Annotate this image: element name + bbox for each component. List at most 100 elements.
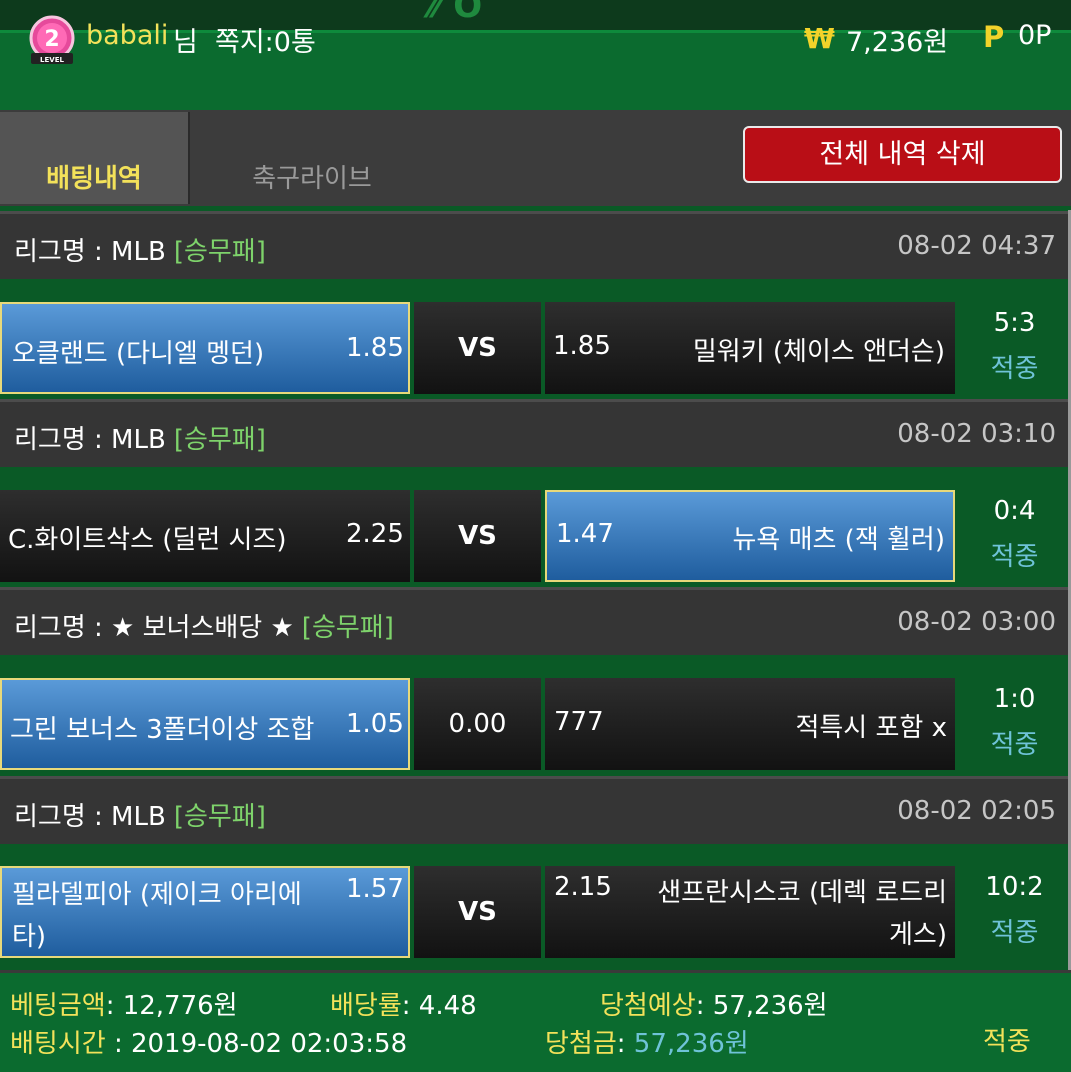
message-count[interactable]: 쪽지:0통	[215, 20, 316, 59]
home-odds: 2.25	[346, 519, 404, 549]
home-team-name-line2: 타)	[12, 922, 47, 952]
league-row: 리그명 : MLB [승무패] 08-02 02:05	[0, 776, 1071, 844]
balance-amount: 7,236원	[846, 27, 949, 58]
away-odds: 1.47	[556, 519, 614, 549]
total-odds: 배당률: 4.48	[330, 985, 477, 1022]
match-time: 08-02 02:05	[897, 796, 1056, 826]
payout-separator: :	[616, 1029, 634, 1059]
tab-soccer-live-label: 축구라이브	[252, 164, 372, 194]
username-suffix: 님	[173, 27, 198, 58]
home-team-name: C.화이트삭스 (딜런 시즈)	[8, 525, 287, 555]
match-time: 08-02 04:37	[897, 231, 1056, 261]
bet-type-tag: [승무패]	[173, 425, 266, 455]
bet-amount: 베팅금액: 12,776원	[10, 985, 238, 1022]
match-row: C.화이트삭스 (딜런 시즈) 2.25 VS 1.47 뉴욕 매츠 (잭 휠러…	[0, 490, 1071, 582]
points-icon: P	[983, 20, 1005, 54]
league-row: 리그명 : MLB [승무패] 08-02 04:37	[0, 211, 1071, 279]
match-score: 0:4	[993, 496, 1036, 526]
bet-time-value: : 2019-08-02 02:03:58	[105, 1029, 408, 1059]
vs-label: VS	[458, 897, 497, 927]
match-score: 10:2	[985, 872, 1044, 902]
bet-status: 적중	[990, 730, 1039, 760]
payout-value: 57,236원	[633, 1029, 749, 1059]
level-number: 2	[44, 27, 59, 52]
won-currency-icon: ₩	[804, 22, 835, 55]
away-team-cell[interactable]: 1.85 밀워키 (체이스 앤더슨)	[545, 302, 955, 394]
result-cell: 1:0 적중	[958, 678, 1071, 770]
vs-cell: VS	[414, 866, 541, 958]
away-team-name: 적특시 포함 x	[795, 713, 947, 743]
bet-status: 적중	[990, 918, 1039, 948]
username[interactable]: babali	[86, 20, 168, 51]
expected-win-value: : 57,236원	[695, 991, 828, 1021]
away-team-name-line2: 게스)	[889, 920, 947, 950]
match-row: 필라델피아 (제이크 아리에 타) 1.57 VS 2.15 샌프란시스코 (데…	[0, 866, 1071, 958]
level-caption: LEVEL	[40, 56, 64, 64]
match-score: 1:0	[993, 684, 1036, 714]
bet-type-tag: [승무패]	[301, 613, 394, 643]
tab-betting-history-label: 배팅내역	[46, 164, 142, 194]
bet-time: 배팅시간 : 2019-08-02 02:03:58	[10, 1023, 407, 1060]
home-team-name: 그린 보너스 3폴더이상 조합	[10, 715, 315, 745]
vs-label: VS	[458, 333, 497, 363]
result-cell: 0:4 적중	[958, 490, 1071, 582]
home-team-name-line1: 필라델피아 (제이크 아리에	[12, 880, 302, 910]
league-name: 리그명 : ★ 보너스배당 ★	[14, 613, 294, 643]
payout-label: 당첨금	[545, 1029, 617, 1059]
bet-summary: 베팅금액: 12,776원 배당률: 4.48 당첨예상: 57,236원 배팅…	[0, 970, 1071, 1072]
league-name: 리그명 : MLB	[14, 802, 166, 832]
league-row: 리그명 : ★ 보너스배당 ★ [승무패] 08-02 03:00	[0, 587, 1071, 655]
match-time: 08-02 03:10	[897, 419, 1056, 449]
away-odds: 2.15	[554, 872, 612, 902]
delete-all-history-button[interactable]: 전체 내역 삭제	[743, 126, 1062, 183]
home-odds: 1.85	[346, 333, 404, 363]
bet-time-label: 배팅시간	[10, 1029, 106, 1059]
bet-status: 적중	[990, 354, 1039, 384]
total-odds-value: : 4.48	[401, 991, 477, 1021]
away-team-name: 뉴욕 매츠 (잭 휠러)	[732, 525, 945, 555]
match-score: 5:3	[993, 308, 1036, 338]
bet-amount-value: : 12,776원	[105, 991, 238, 1021]
tab-soccer-live[interactable]: 축구라이브	[192, 112, 432, 204]
match-row: 그린 보너스 3폴더이상 조합 1.05 0.00 777 적특시 포함 x 1…	[0, 678, 1071, 770]
logo-fragment-icon: ⁄⁄ O	[430, 0, 483, 26]
away-odds: 1.85	[553, 331, 611, 361]
result-cell: 5:3 적중	[958, 302, 1071, 394]
match-row: 오클랜드 (다니엘 멩던) 1.85 VS 1.85 밀워키 (체이스 앤더슨)…	[0, 302, 1071, 394]
expected-win-label: 당첨예상	[600, 991, 696, 1021]
bet-type-tag: [승무패]	[173, 802, 266, 832]
home-team-cell[interactable]: C.화이트삭스 (딜런 시즈) 2.25	[0, 490, 410, 582]
league-name: 리그명 : MLB	[14, 425, 166, 455]
bet-type-tag: [승무패]	[173, 237, 266, 267]
away-team-cell[interactable]: 1.47 뉴욕 매츠 (잭 휠러)	[545, 490, 955, 582]
home-team-cell[interactable]: 필라델피아 (제이크 아리에 타) 1.57	[0, 866, 410, 958]
home-odds: 1.05	[346, 709, 404, 739]
home-odds: 1.57	[346, 874, 404, 904]
vs-cell: VS	[414, 302, 541, 394]
away-odds: 777	[554, 707, 604, 737]
tab-betting-history[interactable]: 배팅내역	[0, 112, 190, 204]
payout: 당첨금: 57,236원	[545, 1023, 749, 1060]
away-team-cell[interactable]: 777 적특시 포함 x	[545, 678, 955, 770]
bet-amount-label: 베팅금액	[10, 991, 106, 1021]
home-team-name: 오클랜드 (다니엘 멩던)	[12, 339, 265, 369]
vs-cell: VS	[414, 490, 541, 582]
points-amount: 0P	[1018, 20, 1052, 51]
draw-odds-cell: 0.00	[414, 678, 541, 770]
total-odds-label: 배당률	[330, 991, 402, 1021]
draw-odds: 0.00	[448, 709, 507, 739]
away-team-cell[interactable]: 2.15 샌프란시스코 (데렉 로드리 게스)	[545, 866, 955, 958]
level-badge-icon: 2 LEVEL	[29, 15, 75, 64]
league-name: 리그명 : MLB	[14, 237, 166, 267]
away-team-name: 밀워키 (체이스 앤더슨)	[692, 337, 945, 367]
bet-status: 적중	[990, 542, 1039, 572]
home-team-cell[interactable]: 그린 보너스 3폴더이상 조합 1.05	[0, 678, 410, 770]
result-cell: 10:2 적중	[958, 866, 1071, 958]
match-time: 08-02 03:00	[897, 607, 1056, 637]
expected-win: 당첨예상: 57,236원	[600, 985, 828, 1022]
summary-status: 적중	[983, 1027, 1031, 1057]
league-row: 리그명 : MLB [승무패] 08-02 03:10	[0, 399, 1071, 467]
home-team-cell[interactable]: 오클랜드 (다니엘 멩던) 1.85	[0, 302, 410, 394]
away-team-name-line1: 샌프란시스코 (데렉 로드리	[657, 878, 947, 908]
vs-label: VS	[458, 521, 497, 551]
